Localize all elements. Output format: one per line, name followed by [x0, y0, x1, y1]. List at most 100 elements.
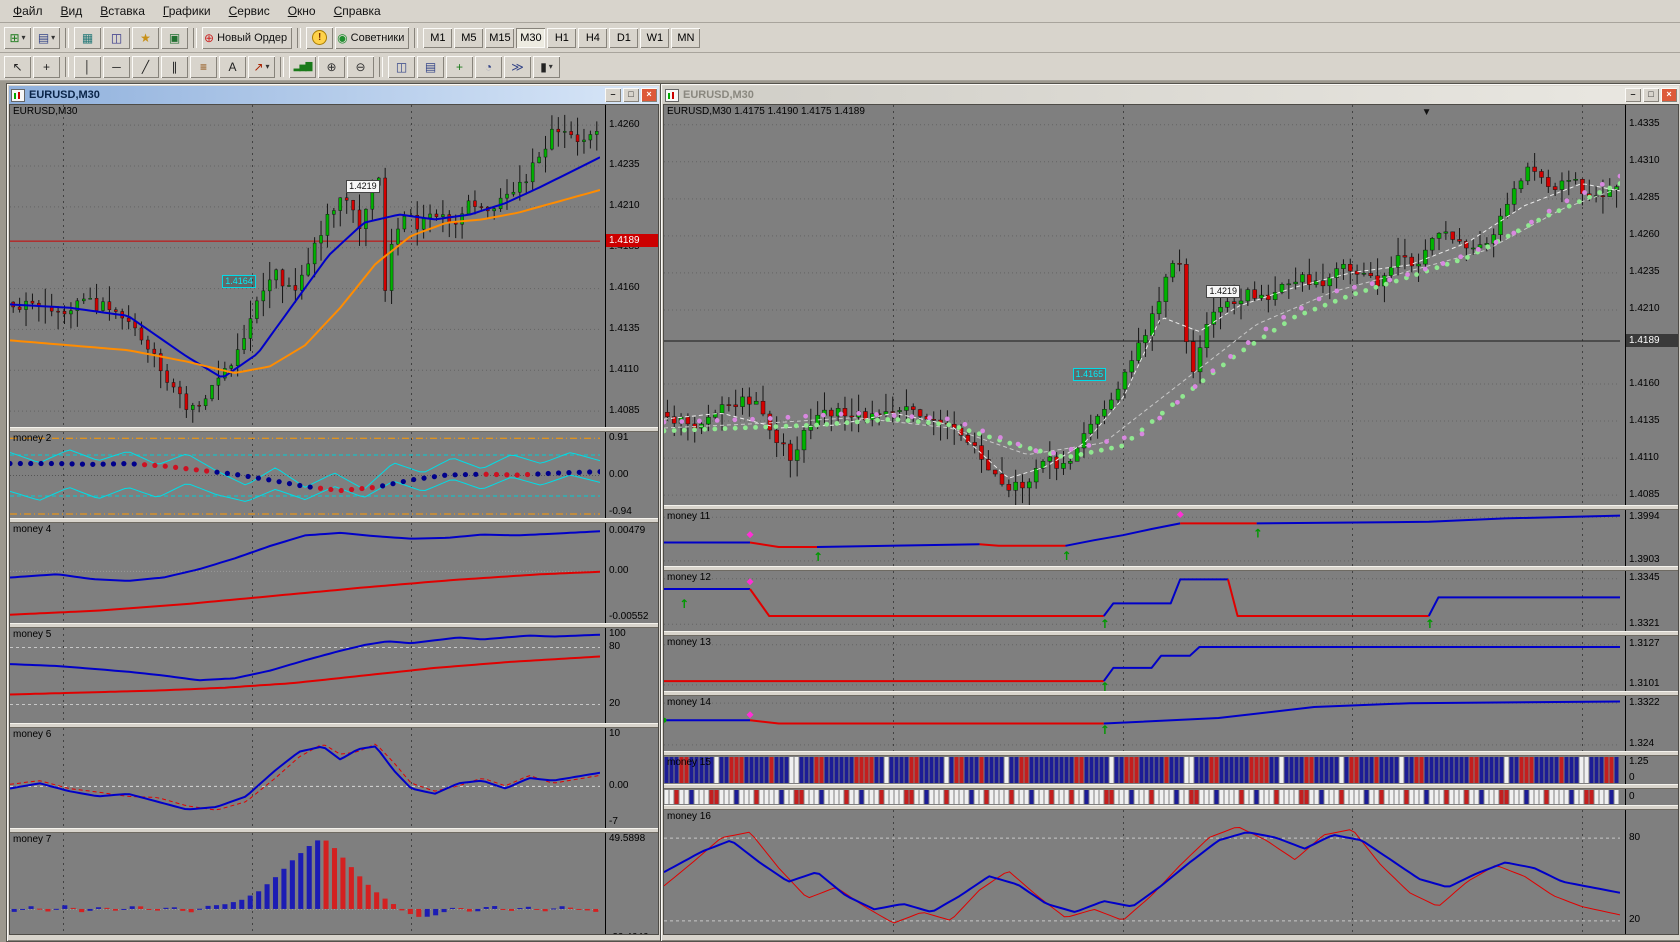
indicators-button[interactable]: ▂▅▇: [289, 56, 316, 78]
price-axis[interactable]: 49.5898-20.4646: [605, 833, 658, 935]
profiles-button[interactable]: ▤▾: [33, 27, 60, 49]
market-watch-button[interactable]: ▦: [74, 27, 101, 49]
menu-item-2[interactable]: Вставка: [91, 1, 154, 21]
menu-item-1[interactable]: Вид: [52, 1, 92, 21]
pane-plot[interactable]: [664, 789, 1620, 805]
alert-icon[interactable]: !: [306, 27, 333, 49]
chart-pane-strip[interactable]: 0: [664, 789, 1678, 805]
chart-window-right[interactable]: EURUSD,M30 – □ × 1.43351.43101.42851.426…: [660, 83, 1680, 942]
new-order-button[interactable]: ⊕Новый Ордер: [202, 27, 292, 49]
chart-annotation[interactable]: 1.4219: [1206, 285, 1240, 298]
pane-plot[interactable]: ↑↑↑: [664, 510, 1620, 566]
pane-plot[interactable]: ↑: [664, 636, 1620, 691]
chart-annotation[interactable]: ▼: [1422, 108, 1432, 118]
menu-item-0[interactable]: Файл: [4, 1, 52, 21]
chart-pane-money-7[interactable]: 49.5898-20.4646money 7: [10, 833, 658, 935]
timeframe-h4-button[interactable]: H4: [578, 28, 607, 48]
pane-plot[interactable]: [10, 523, 600, 623]
trendline-tool[interactable]: ╱: [132, 56, 159, 78]
chart-pane-money-6[interactable]: 100.00-7money 6: [10, 728, 658, 828]
text-tool[interactable]: A: [219, 56, 246, 78]
price-axis[interactable]: 1.33221.324: [1625, 696, 1678, 751]
price-axis[interactable]: 1.33451.3321: [1625, 571, 1678, 631]
menu-item-6[interactable]: Справка: [325, 1, 390, 21]
price-axis[interactable]: 1.250: [1625, 756, 1678, 784]
zoom-out-button[interactable]: ⊖: [347, 56, 374, 78]
pane-plot[interactable]: [664, 756, 1620, 784]
crosshair-tool[interactable]: +: [33, 56, 60, 78]
timeframe-m15-button[interactable]: M15: [485, 28, 514, 48]
arrows-tool[interactable]: ↗▾: [248, 56, 275, 78]
chart-window-left[interactable]: EURUSD,M30 – □ × 1.42601.42351.42101.418…: [6, 83, 662, 942]
pane-plot[interactable]: ↑: [664, 696, 1620, 751]
timeframe-m5-button[interactable]: M5: [454, 28, 483, 48]
pane-plot[interactable]: [664, 105, 1620, 505]
price-axis[interactable]: 80200: [1625, 810, 1678, 935]
chart-pane-money-4[interactable]: 0.004790.00-0.00552money 4: [10, 523, 658, 623]
chart-pane-money-2[interactable]: 0.910.00-0.94money 2: [10, 432, 658, 518]
chart-pane-eurusd-m30[interactable]: 1.42601.42351.42101.41851.41601.41351.41…: [10, 105, 658, 427]
chart-annotation[interactable]: 1.4219: [346, 180, 380, 193]
price-axis[interactable]: 1.42601.42351.42101.41851.41601.41351.41…: [605, 105, 658, 427]
timeframe-m30-button[interactable]: M30: [516, 28, 545, 48]
restore-button[interactable]: □: [623, 88, 639, 102]
timeframe-mn-button[interactable]: MN: [671, 28, 700, 48]
horizontal-line-tool[interactable]: ─: [103, 56, 130, 78]
price-axis[interactable]: 1.31271.3101: [1625, 636, 1678, 691]
fibonacci-tool[interactable]: ≡: [190, 56, 217, 78]
close-button[interactable]: ×: [641, 88, 657, 102]
pane-plot[interactable]: [10, 105, 600, 427]
price-axis[interactable]: 0: [1625, 789, 1678, 805]
price-axis[interactable]: 0.004790.00-0.00552: [605, 523, 658, 623]
minimize-button[interactable]: –: [1625, 88, 1641, 102]
tile-windows-button[interactable]: ◫: [388, 56, 415, 78]
chart-type-button[interactable]: ▮▾: [533, 56, 560, 78]
chart-annotation[interactable]: 1.4165: [1073, 368, 1107, 381]
new-chart-window-button[interactable]: +: [446, 56, 473, 78]
chart-pane-money-11[interactable]: ↑↑↑1.39941.3903money 11: [664, 510, 1678, 566]
chart-pane-money-14[interactable]: ↑1.33221.324money 14: [664, 696, 1678, 751]
pane-plot[interactable]: [10, 432, 600, 518]
pane-plot[interactable]: [10, 628, 600, 723]
pane-plot[interactable]: [10, 833, 600, 935]
cascade-windows-button[interactable]: ▤: [417, 56, 444, 78]
navigator-button[interactable]: ★: [132, 27, 159, 49]
chart-pane-money-5[interactable]: 1008020money 5: [10, 628, 658, 723]
restore-button[interactable]: □: [1643, 88, 1659, 102]
data-window-button[interactable]: ◫: [103, 27, 130, 49]
timeframe-m1-button[interactable]: M1: [423, 28, 452, 48]
pane-plot[interactable]: [10, 728, 600, 828]
cursor-tool[interactable]: ↖: [4, 56, 31, 78]
timeframe-w1-button[interactable]: W1: [640, 28, 669, 48]
terminal-button[interactable]: ▣: [161, 27, 188, 49]
zoom-in-button[interactable]: ⊕: [318, 56, 345, 78]
chart-pane-money-12[interactable]: ↑↑↑1.33451.3321money 12: [664, 571, 1678, 631]
chart-shift-button[interactable]: ≫: [504, 56, 531, 78]
menu-item-5[interactable]: Окно: [279, 1, 325, 21]
price-axis[interactable]: 1.39941.3903: [1625, 510, 1678, 566]
minimize-button[interactable]: –: [605, 88, 621, 102]
timeframe-h1-button[interactable]: H1: [547, 28, 576, 48]
chart-annotation[interactable]: 1.4164: [222, 275, 256, 288]
expert-advisors-button[interactable]: ◉Советники: [335, 27, 409, 49]
pane-plot[interactable]: ↑↑↑: [664, 571, 1620, 631]
price-axis[interactable]: 100.00-7: [605, 728, 658, 828]
chart-area[interactable]: 1.43351.43101.42851.42601.42351.42101.41…: [663, 104, 1679, 935]
price-axis[interactable]: 0.910.00-0.94: [605, 432, 658, 518]
window-titlebar[interactable]: EURUSD,M30 – □ ×: [9, 86, 659, 104]
chart-pane-money-13[interactable]: ↑1.31271.3101money 13: [664, 636, 1678, 691]
chart-pane-eurusd-m30-1-4175-1-[interactable]: 1.43351.43101.42851.42601.42351.42101.41…: [664, 105, 1678, 505]
close-button[interactable]: ×: [1661, 88, 1677, 102]
timeframe-d1-button[interactable]: D1: [609, 28, 638, 48]
vertical-line-tool[interactable]: │: [74, 56, 101, 78]
equidistant-channel-tool[interactable]: ∥: [161, 56, 188, 78]
chart-pane-money-16[interactable]: 80200money 16: [664, 810, 1678, 935]
chart-area[interactable]: 1.42601.42351.42101.41851.41601.41351.41…: [9, 104, 659, 935]
menu-item-3[interactable]: Графики: [154, 1, 220, 21]
price-axis[interactable]: 1.43351.43101.42851.42601.42351.42101.41…: [1625, 105, 1678, 505]
chart-pane-money-15[interactable]: 1.250money 15: [664, 756, 1678, 784]
window-titlebar[interactable]: EURUSD,M30 – □ ×: [663, 86, 1679, 104]
price-axis[interactable]: 1008020: [605, 628, 658, 723]
new-chart-button[interactable]: ⊞▾: [4, 27, 31, 49]
pane-plot[interactable]: [664, 810, 1620, 935]
